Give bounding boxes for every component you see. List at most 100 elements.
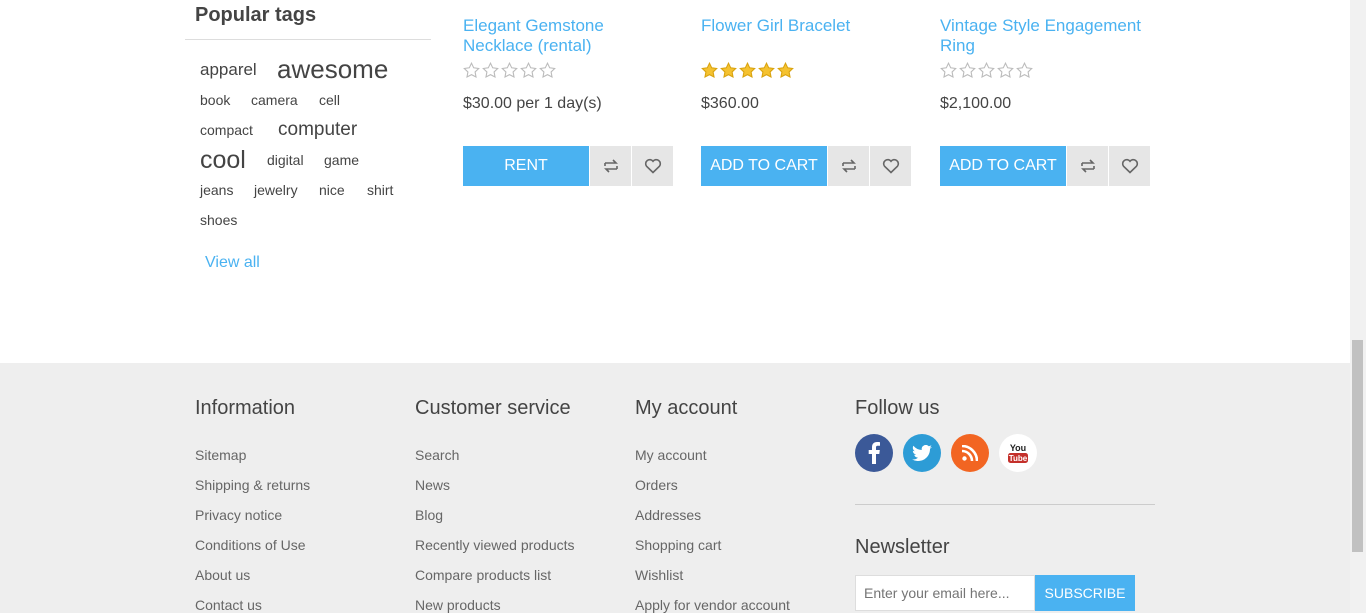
compare-button[interactable] [827, 146, 869, 186]
newsletter-title: Newsletter [855, 536, 950, 558]
tag-cool[interactable]: cool [200, 146, 246, 175]
tag-jewelry[interactable]: jewelry [254, 182, 298, 198]
footer-link[interactable]: Apply for vendor account [635, 590, 790, 613]
footer-link[interactable]: Wishlist [635, 560, 790, 590]
footer-follow-us-title: Follow us [855, 397, 940, 419]
tag-shirt[interactable]: shirt [367, 182, 393, 198]
footer-link[interactable]: Blog [415, 500, 575, 530]
product-title[interactable]: Vintage Style Engagement Ring [940, 0, 1152, 56]
twitter-icon[interactable] [903, 434, 941, 472]
footer-information-title: Information [195, 397, 296, 419]
footer-my-account-title: My account [635, 397, 738, 419]
tag-game[interactable]: game [324, 152, 359, 168]
tag-nice[interactable]: nice [319, 182, 345, 198]
footer-link[interactable]: Addresses [635, 500, 790, 530]
footer-link[interactable]: My account [635, 440, 790, 470]
youtube-text-you: You [1010, 443, 1026, 453]
popular-tags-block: Popular tags apparel awesome book camera… [185, 0, 431, 271]
star-empty-icon [539, 62, 556, 79]
footer-link[interactable]: Shopping cart [635, 530, 790, 560]
facebook-icon[interactable] [855, 434, 893, 472]
tag-awesome[interactable]: awesome [277, 54, 388, 85]
star-empty-icon [501, 62, 518, 79]
footer-link[interactable]: About us [195, 560, 310, 590]
product-card: Elegant Gemstone Necklace (rental) $30.0… [463, 0, 675, 186]
rss-icon[interactable] [951, 434, 989, 472]
footer-my-account: My account My account Orders Addresses S… [635, 397, 790, 613]
compare-icon [603, 159, 618, 173]
footer-link[interactable]: Conditions of Use [195, 530, 310, 560]
tag-shoes[interactable]: shoes [200, 212, 237, 228]
footer-link[interactable]: Search [415, 440, 575, 470]
star-empty-icon [1016, 62, 1033, 79]
footer-follow-us: Follow us You Tube [855, 397, 1037, 472]
popular-tags-title: Popular tags [185, 0, 431, 40]
tag-cell[interactable]: cell [319, 92, 340, 108]
footer-link[interactable]: Contact us [195, 590, 310, 613]
wishlist-button[interactable] [631, 146, 673, 186]
scrollbar[interactable] [1350, 0, 1366, 613]
footer-customer-service: Customer service Search News Blog Recent… [415, 397, 575, 613]
youtube-icon[interactable]: You Tube [999, 434, 1037, 472]
tag-camera[interactable]: camera [251, 92, 298, 108]
wishlist-button[interactable] [869, 146, 911, 186]
compare-button[interactable] [589, 146, 631, 186]
rating-stars [940, 62, 1033, 79]
star-empty-icon [997, 62, 1014, 79]
rating-stars [463, 62, 556, 79]
product-buttons: RENT [463, 146, 673, 186]
star-filled-icon [739, 62, 756, 79]
footer: Information Sitemap Shipping & returns P… [0, 363, 1350, 613]
tag-cloud: apparel awesome book camera cell compact… [185, 40, 431, 240]
compare-button[interactable] [1066, 146, 1108, 186]
view-all-tags-link[interactable]: View all [205, 254, 260, 272]
star-empty-icon [978, 62, 995, 79]
footer-link[interactable]: New products [415, 590, 575, 613]
footer-information: Information Sitemap Shipping & returns P… [195, 397, 310, 613]
star-empty-icon [940, 62, 957, 79]
footer-link[interactable]: Shipping & returns [195, 470, 310, 500]
star-filled-icon [720, 62, 737, 79]
social-icons: You Tube [855, 434, 1037, 472]
footer-link[interactable]: Compare products list [415, 560, 575, 590]
tag-book[interactable]: book [200, 92, 230, 108]
star-filled-icon [758, 62, 775, 79]
footer-link[interactable]: Privacy notice [195, 500, 310, 530]
compare-icon [1080, 159, 1095, 173]
footer-divider [855, 504, 1155, 505]
tag-apparel[interactable]: apparel [200, 60, 257, 80]
tag-digital[interactable]: digital [267, 152, 304, 168]
compare-icon [841, 159, 856, 173]
scrollbar-thumb[interactable] [1352, 340, 1363, 552]
star-filled-icon [701, 62, 718, 79]
footer-link[interactable]: Sitemap [195, 440, 310, 470]
footer-link[interactable]: News [415, 470, 575, 500]
star-empty-icon [520, 62, 537, 79]
product-price: $360.00 [701, 95, 759, 112]
footer-link[interactable]: Recently viewed products [415, 530, 575, 560]
product-buttons: ADD TO CART [940, 146, 1150, 186]
heart-icon [882, 158, 899, 174]
wishlist-button[interactable] [1108, 146, 1150, 186]
newsletter: Newsletter SUBSCRIBE [855, 536, 1135, 611]
product-card: Flower Girl Bracelet $360.00 ADD TO CART [701, 0, 913, 186]
product-price: $2,100.00 [940, 95, 1012, 112]
product-buttons: ADD TO CART [701, 146, 911, 186]
subscribe-button[interactable]: SUBSCRIBE [1035, 575, 1135, 611]
add-to-cart-button[interactable]: ADD TO CART [701, 146, 827, 186]
product-title[interactable]: Flower Girl Bracelet [701, 0, 913, 56]
product-title[interactable]: Elegant Gemstone Necklace (rental) [463, 0, 675, 56]
heart-icon [1121, 158, 1138, 174]
add-to-cart-button[interactable]: ADD TO CART [940, 146, 1066, 186]
star-empty-icon [959, 62, 976, 79]
rating-stars [701, 62, 794, 79]
tag-jeans[interactable]: jeans [200, 182, 233, 198]
heart-icon [644, 158, 661, 174]
star-empty-icon [482, 62, 499, 79]
tag-compact[interactable]: compact [200, 122, 253, 138]
newsletter-email-input[interactable] [855, 575, 1035, 611]
product-card: Vintage Style Engagement Ring $2,100.00 … [940, 0, 1152, 186]
tag-computer[interactable]: computer [278, 119, 357, 141]
rent-button[interactable]: RENT [463, 146, 589, 186]
footer-link[interactable]: Orders [635, 470, 790, 500]
